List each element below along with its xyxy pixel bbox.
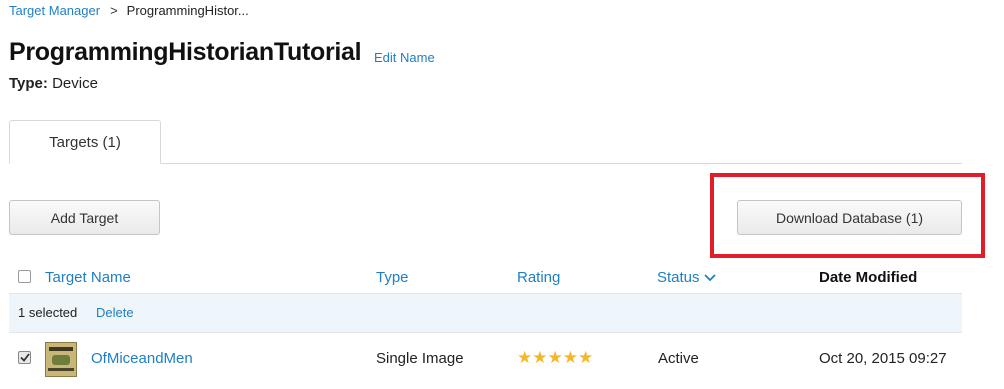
target-date-modified: Oct 20, 2015 09:27: [819, 350, 947, 367]
chevron-down-icon: [703, 273, 716, 281]
selection-bar: [9, 293, 962, 332]
target-thumbnail[interactable]: [45, 342, 77, 377]
column-header-date-modified: Date Modified: [819, 269, 918, 286]
breadcrumb-separator-icon: >: [110, 2, 118, 18]
row-checkbox[interactable]: [18, 351, 31, 364]
breadcrumb: Target Manager > ProgrammingHistor...: [9, 2, 249, 18]
breadcrumb-target-manager[interactable]: Target Manager: [9, 3, 100, 18]
target-status: Active: [658, 350, 699, 367]
target-name-link[interactable]: OfMiceandMen: [91, 350, 193, 367]
page-title: ProgrammingHistorianTutorial: [9, 38, 362, 66]
highlight-annotation: [710, 173, 985, 258]
type-value: Device: [52, 75, 98, 92]
row-divider: [9, 332, 962, 333]
tab-targets[interactable]: Targets (1): [9, 120, 161, 164]
add-target-button[interactable]: Add Target: [9, 200, 160, 235]
column-header-rating[interactable]: Rating: [517, 269, 560, 286]
selection-count: 1 selected: [18, 305, 78, 320]
checkmark-icon: [19, 353, 30, 362]
column-header-status[interactable]: Status: [657, 269, 716, 286]
column-header-status-label: Status: [657, 269, 700, 286]
database-type: Type: Device: [9, 75, 98, 92]
rating-stars: ★★★★★: [517, 348, 594, 367]
edit-name-link[interactable]: Edit Name: [374, 50, 435, 65]
column-header-target-name[interactable]: Target Name: [45, 269, 131, 286]
delete-link[interactable]: Delete: [96, 305, 134, 320]
breadcrumb-current: ProgrammingHistor...: [126, 2, 249, 18]
select-all-checkbox[interactable]: [18, 270, 31, 283]
type-label: Type:: [9, 75, 48, 92]
target-type: Single Image: [376, 350, 464, 367]
column-header-type[interactable]: Type: [376, 269, 409, 286]
